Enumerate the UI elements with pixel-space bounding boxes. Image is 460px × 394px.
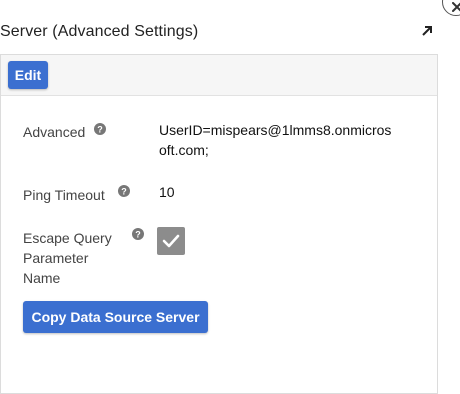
- help-icon[interactable]: ?: [118, 185, 130, 197]
- edit-button[interactable]: Edit: [8, 61, 48, 89]
- escape-query-checkbox[interactable]: [157, 227, 185, 255]
- svg-text:?: ?: [135, 230, 141, 240]
- advanced-value-line1: UserID=mispears@1lmms8.onmicros: [159, 122, 392, 138]
- settings-panel: Edit Advanced ? UserID=mispears@1lmms8.o…: [0, 54, 438, 394]
- help-icon[interactable]: ?: [94, 123, 106, 135]
- ping-timeout-value: 10: [159, 184, 175, 200]
- advanced-value-line2: oft.com;: [159, 142, 209, 158]
- ping-timeout-label: Ping Timeout: [23, 187, 105, 203]
- svg-text:?: ?: [121, 187, 127, 197]
- copy-data-source-server-button[interactable]: Copy Data Source Server: [23, 301, 208, 333]
- escape-query-label-line3: Name: [23, 270, 61, 286]
- close-icon: [452, 2, 460, 12]
- help-icon[interactable]: ?: [132, 228, 144, 240]
- arrow-up-right-icon[interactable]: [421, 25, 433, 37]
- close-button[interactable]: [442, 0, 460, 16]
- advanced-label: Advanced: [23, 124, 86, 140]
- svg-text:?: ?: [97, 125, 103, 135]
- escape-query-label-line1: Escape Query: [23, 230, 112, 246]
- page-title: Server (Advanced Settings): [0, 23, 199, 40]
- escape-query-label-line2: Parameter: [23, 250, 89, 266]
- checkmark-icon: [162, 234, 180, 248]
- panel-toolbar: Edit: [1, 55, 437, 96]
